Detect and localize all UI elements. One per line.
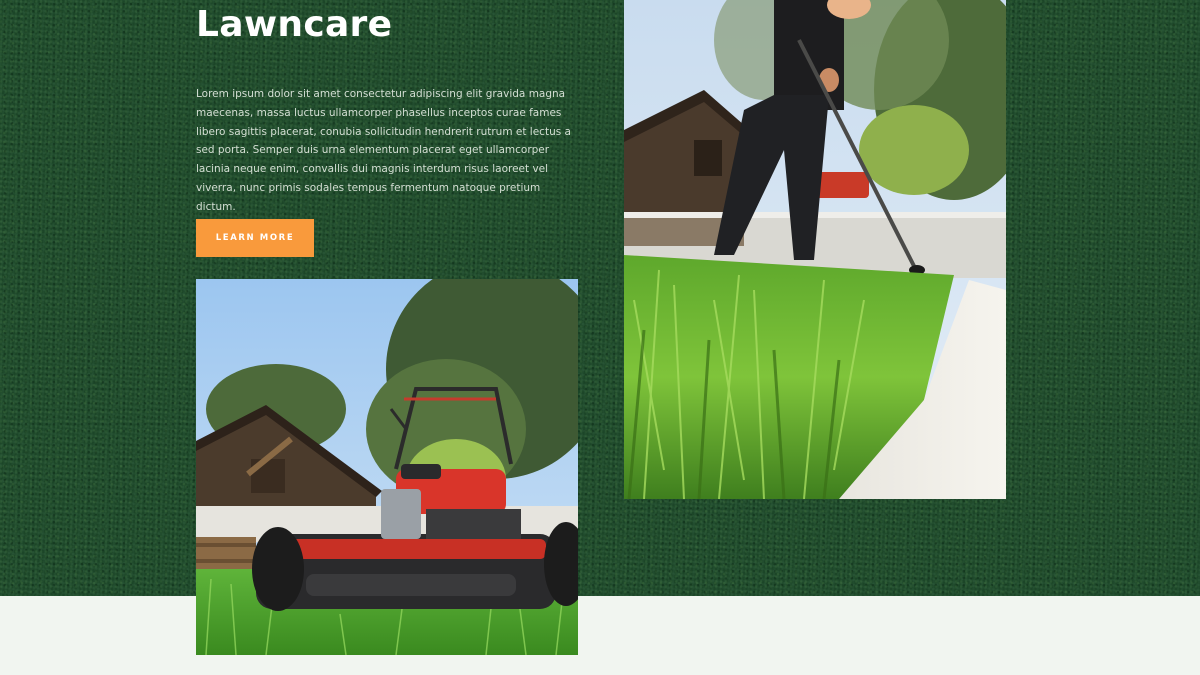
green-grass-section-background xyxy=(0,0,1200,596)
grass-trimmer-photo xyxy=(624,0,1006,499)
light-section-background xyxy=(0,596,1200,675)
section-title: Lawncare xyxy=(196,4,393,45)
lawn-mower-photo xyxy=(196,279,578,655)
learn-more-button[interactable]: LEARN MORE xyxy=(196,219,314,257)
section-description: Lorem ipsum dolor sit amet consectetur a… xyxy=(196,88,571,213)
